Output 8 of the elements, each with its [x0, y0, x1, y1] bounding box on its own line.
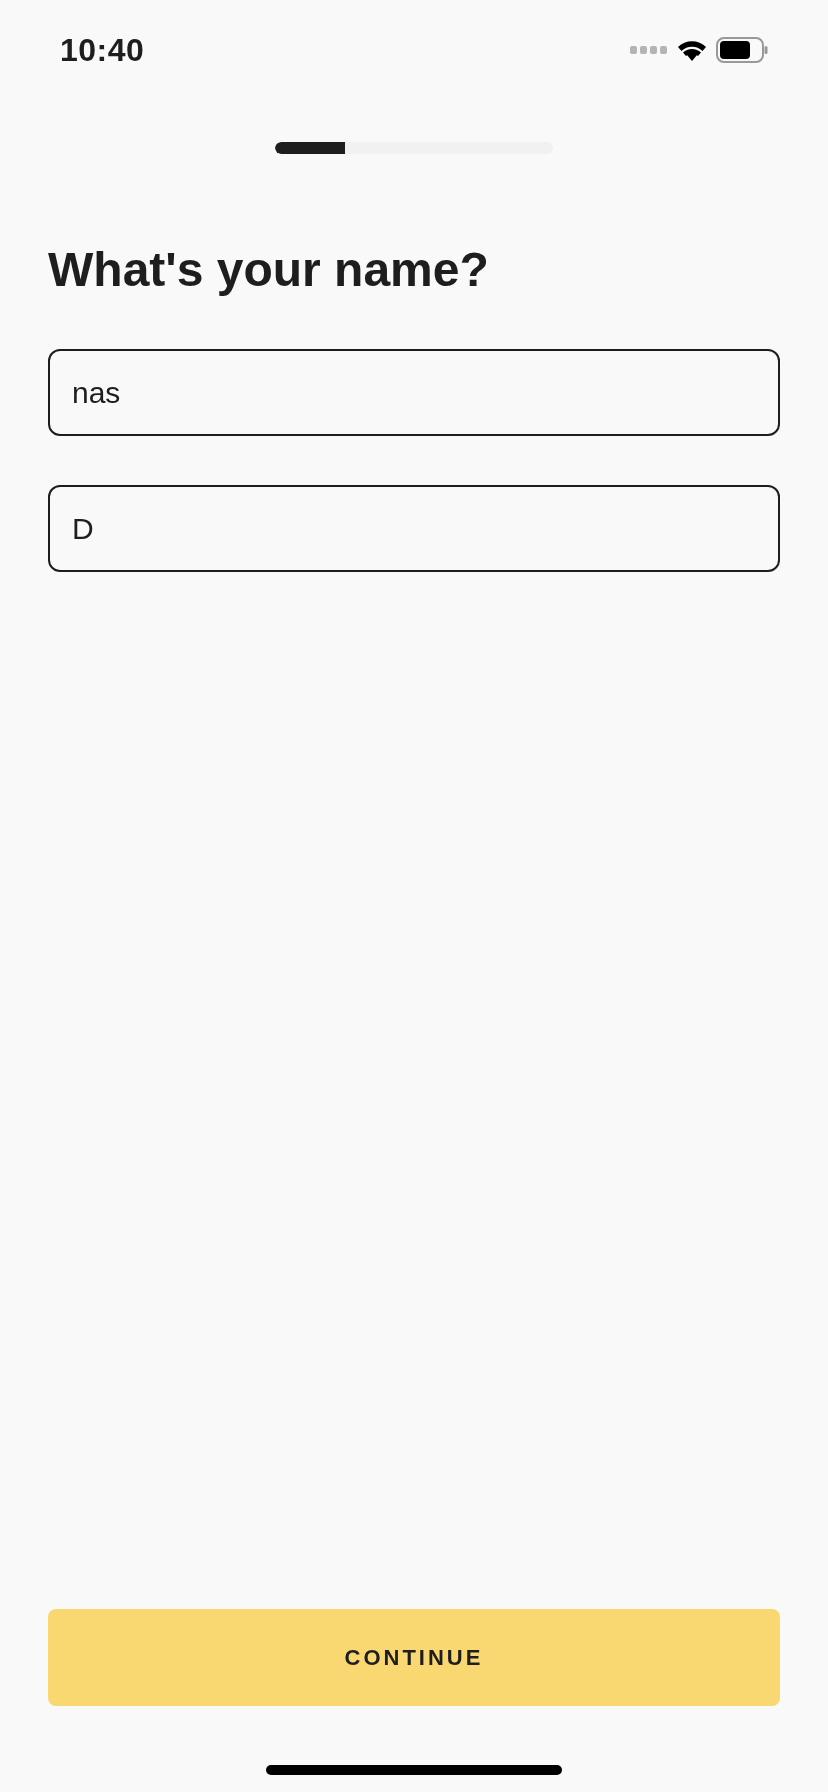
- battery-icon: [716, 37, 768, 63]
- name-field[interactable]: nas: [48, 349, 780, 436]
- page-title: What's your name?: [48, 242, 490, 297]
- name-field[interactable]: D: [48, 485, 780, 572]
- wifi-icon: [676, 38, 708, 62]
- status-time: 10:40: [60, 31, 145, 69]
- signal-icon: [630, 46, 668, 54]
- continue-button[interactable]: CONTINUE: [48, 1609, 780, 1706]
